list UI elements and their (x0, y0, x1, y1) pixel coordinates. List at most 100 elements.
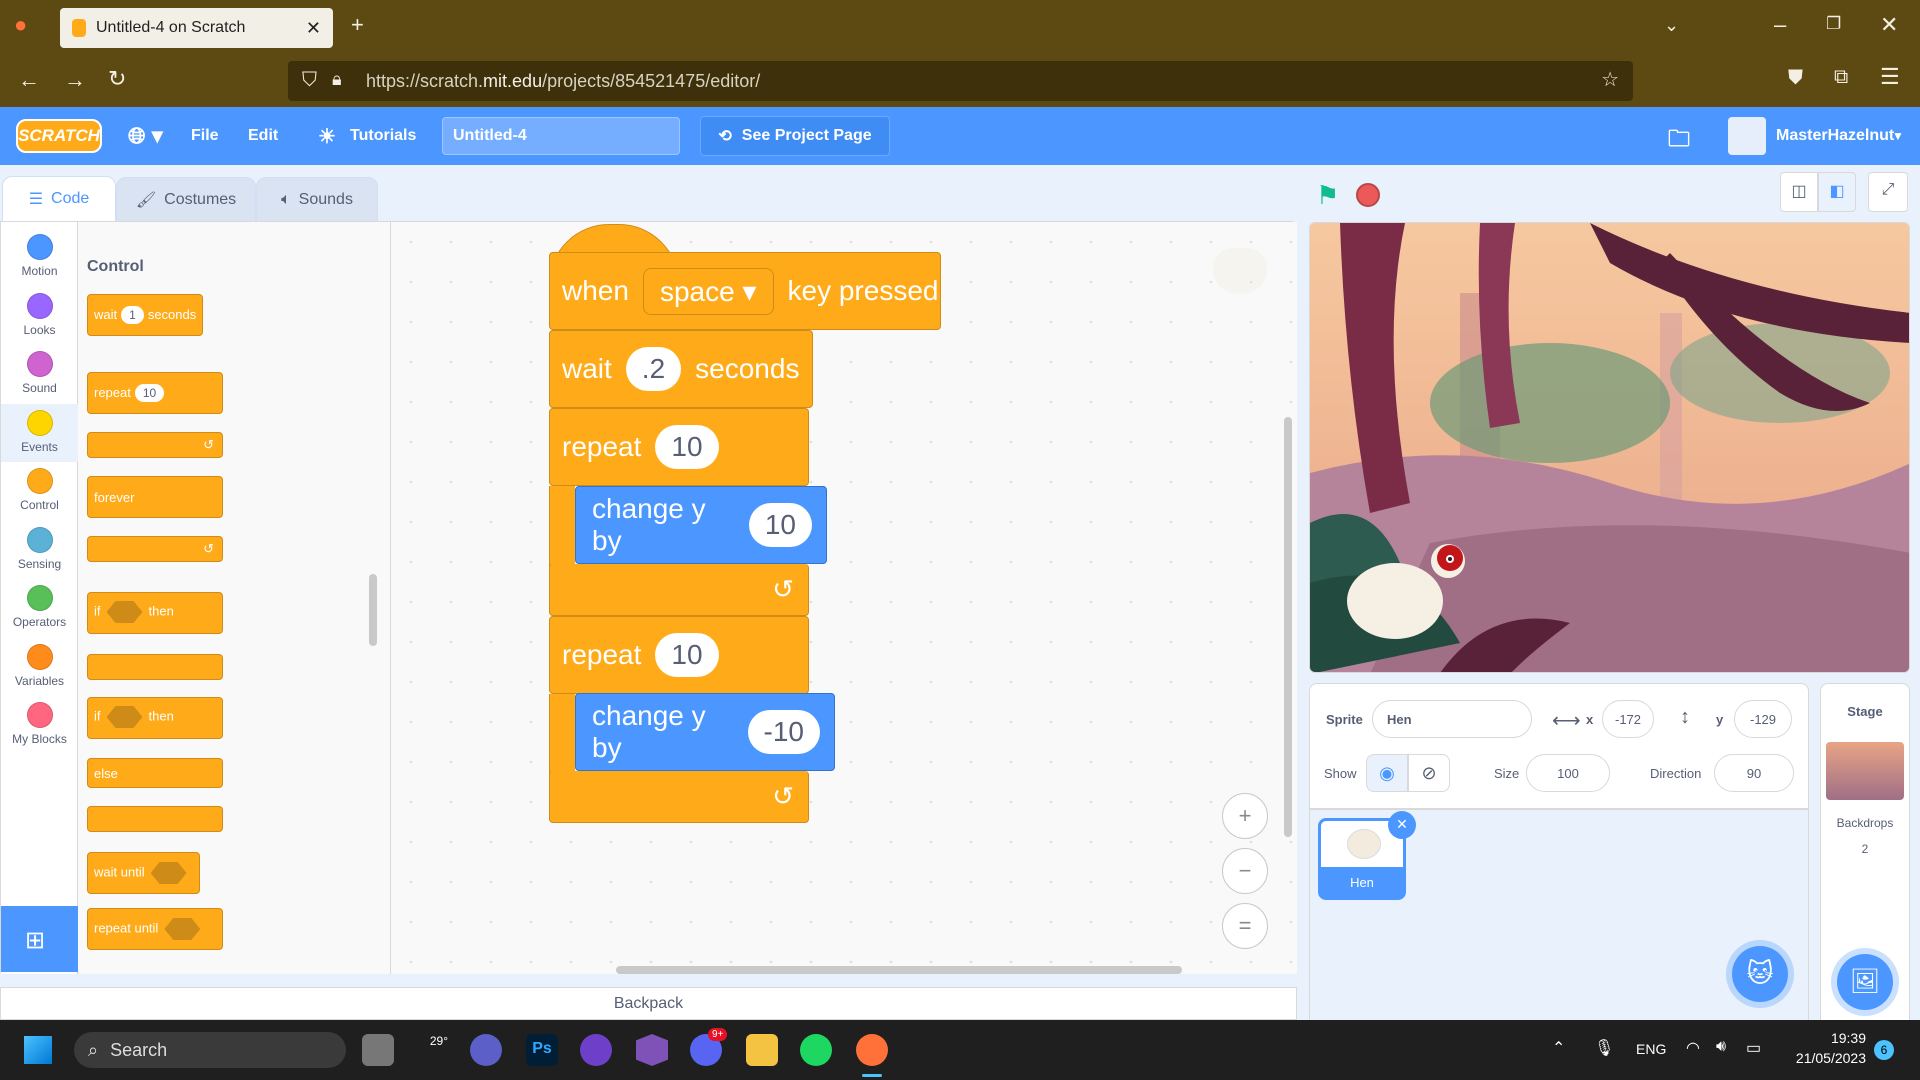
fullscreen-icon[interactable]: ⤢ (1868, 172, 1908, 212)
category-sound[interactable]: Sound (1, 345, 78, 403)
large-stage-icon[interactable]: ◧ (1818, 172, 1856, 212)
wait-value[interactable]: 1 (121, 306, 144, 324)
pocket-icon[interactable]: ⛊ (1788, 68, 1803, 88)
bookmark-star-icon[interactable]: ☆ (1601, 70, 1619, 90)
category-events[interactable]: Events (1, 403, 78, 462)
palette-if-block[interactable]: if then (87, 592, 223, 634)
scratch-logo[interactable]: SCRATCH (16, 119, 102, 153)
palette-forever-block[interactable]: forever (87, 476, 223, 518)
url-bar[interactable]: ⛉ 🔒︎ https://scratch. mit.edu/projects/85… (288, 61, 1633, 101)
username[interactable]: MasterHazelnut (1776, 127, 1894, 145)
backdrop-thumbnail[interactable] (1826, 742, 1904, 800)
weather-widget[interactable]: 29° (416, 1034, 448, 1066)
change-y-value[interactable]: 10 (748, 503, 812, 547)
wifi-icon[interactable]: ◠ (1686, 1038, 1700, 1058)
size-input[interactable]: 100 (1526, 754, 1610, 792)
script-area[interactable]: when space ▾ key pressed wait .2 seconds… (391, 222, 1297, 974)
zoom-out-button[interactable]: − (1222, 848, 1268, 894)
stop-icon[interactable] (1356, 183, 1380, 207)
language-indicator[interactable]: ENG (1636, 1041, 1666, 1057)
backpack-bar[interactable]: Backpack (0, 987, 1297, 1020)
close-window-icon[interactable]: ✕ (1880, 14, 1898, 36)
palette-wait-block[interactable]: wait 1 seconds (87, 294, 204, 336)
tab-code[interactable]: ☰ Code (2, 176, 116, 221)
add-sprite-icon[interactable]: 🐱︎ (1732, 946, 1788, 1002)
repeat-block-2[interactable]: repeat 10 (549, 616, 809, 694)
change-y-value[interactable]: -10 (747, 710, 820, 754)
category-sensing[interactable]: Sensing (1, 521, 78, 579)
reload-icon[interactable]: ↻ (108, 68, 126, 90)
palette-repeat-block[interactable]: repeat 10 (87, 372, 223, 414)
key-dropdown[interactable]: space ▾ (642, 267, 774, 315)
repeat-value[interactable]: 10 (655, 633, 719, 677)
wait-value[interactable]: .2 (625, 347, 682, 391)
condition-slot[interactable] (150, 862, 187, 884)
stage-selector[interactable]: Stage Backdrops 2 🖼︎ (1820, 683, 1910, 1021)
taskbar-search[interactable]: ⌕ Search (74, 1032, 346, 1068)
direction-input[interactable]: 90 (1714, 754, 1794, 792)
repeat-block-1[interactable]: repeat 10 (549, 408, 809, 486)
extensions-icon[interactable]: ⧉ (1834, 67, 1848, 87)
file-explorer-icon[interactable] (746, 1034, 778, 1066)
firefox-taskbar-icon[interactable] (856, 1034, 888, 1066)
hide-visible-icon[interactable]: ⊘ (1408, 754, 1450, 792)
delete-sprite-icon[interactable]: ✕ (1388, 811, 1416, 839)
close-tab-icon[interactable]: ✕ (306, 18, 321, 39)
condition-slot[interactable] (164, 918, 201, 940)
category-motion[interactable]: Motion (1, 228, 78, 286)
when-key-pressed-block[interactable]: when space ▾ key pressed (549, 252, 941, 330)
x-input[interactable]: -172 (1602, 700, 1654, 738)
new-tab-button[interactable]: + (351, 14, 364, 36)
clock-time[interactable]: 19:39 (1786, 1030, 1866, 1046)
show-hidden-icons-icon[interactable]: ⌃ (1552, 1038, 1565, 1058)
zoom-reset-button[interactable]: = (1222, 903, 1268, 949)
tab-sounds[interactable]: 🔈︎ Sounds (256, 177, 378, 221)
my-stuff-folder-icon[interactable]: 🗀 (1668, 122, 1690, 160)
palette-if-else-block[interactable]: if then (87, 697, 223, 739)
wait-block[interactable]: wait .2 seconds (549, 330, 813, 408)
green-flag-icon[interactable]: ⚑ (1316, 180, 1339, 211)
sprite-name-input[interactable]: Hen (1372, 700, 1532, 738)
add-backdrop-icon[interactable]: 🖼︎ (1837, 954, 1893, 1010)
change-y-block-2[interactable]: change y by -10 (575, 693, 835, 771)
microphone-icon[interactable]: 🎙︎ (1594, 1038, 1614, 1058)
category-control[interactable]: Control (1, 462, 78, 520)
avatar[interactable] (1728, 117, 1766, 155)
palette-wait-until-block[interactable]: wait until (87, 852, 200, 894)
battery-icon[interactable]: ▭ (1746, 1038, 1761, 1058)
script-horizontal-scrollbar[interactable] (616, 966, 1182, 974)
shield-icon[interactable]: ⛉ (302, 70, 317, 90)
script-vertical-scrollbar[interactable] (1284, 417, 1292, 837)
lock-icon[interactable]: 🔒︎ (332, 70, 342, 88)
category-variables[interactable]: Variables (1, 638, 78, 696)
spotify-icon[interactable] (800, 1034, 832, 1066)
small-stage-icon[interactable]: ◫ (1780, 172, 1818, 212)
back-icon[interactable]: ← (18, 69, 40, 91)
minimize-icon[interactable]: – (1774, 14, 1786, 36)
zoom-in-button[interactable]: + (1222, 793, 1268, 839)
change-y-block-1[interactable]: change y by 10 (575, 486, 827, 564)
firefox-menu-icon[interactable]: ● (14, 14, 27, 36)
visual-studio-icon[interactable] (636, 1034, 668, 1066)
account-caret-icon[interactable]: ▼ (1892, 129, 1904, 143)
palette-repeat-until-block[interactable]: repeat until (87, 908, 223, 950)
stage-canvas[interactable] (1309, 222, 1910, 673)
tutorials-menu[interactable]: Tutorials (350, 127, 416, 145)
project-title-input[interactable]: Untitled-4 (442, 117, 680, 155)
condition-slot[interactable] (106, 706, 143, 728)
add-extension-button[interactable]: ⊞ (1, 906, 78, 972)
file-menu[interactable]: File (191, 127, 219, 145)
restore-icon[interactable]: ❐ (1826, 15, 1841, 32)
repeat-value[interactable]: 10 (655, 425, 719, 469)
y-input[interactable]: -129 (1734, 700, 1792, 738)
teams-icon[interactable] (470, 1034, 502, 1066)
palette-scrollbar[interactable] (369, 574, 377, 646)
notification-badge[interactable]: 6 (1874, 1040, 1894, 1060)
tab-costumes[interactable]: 🖌︎ Costumes (116, 177, 256, 221)
repeat-value[interactable]: 10 (134, 384, 165, 402)
see-project-page-button[interactable]: ⟲ See Project Page (700, 116, 890, 156)
show-visible-icon[interactable]: ◉ (1366, 754, 1408, 792)
language-globe-icon[interactable]: 🌐︎ ▾ (128, 123, 163, 149)
github-icon[interactable] (580, 1034, 612, 1066)
browser-tab[interactable]: Untitled-4 on Scratch ✕ (60, 8, 333, 48)
